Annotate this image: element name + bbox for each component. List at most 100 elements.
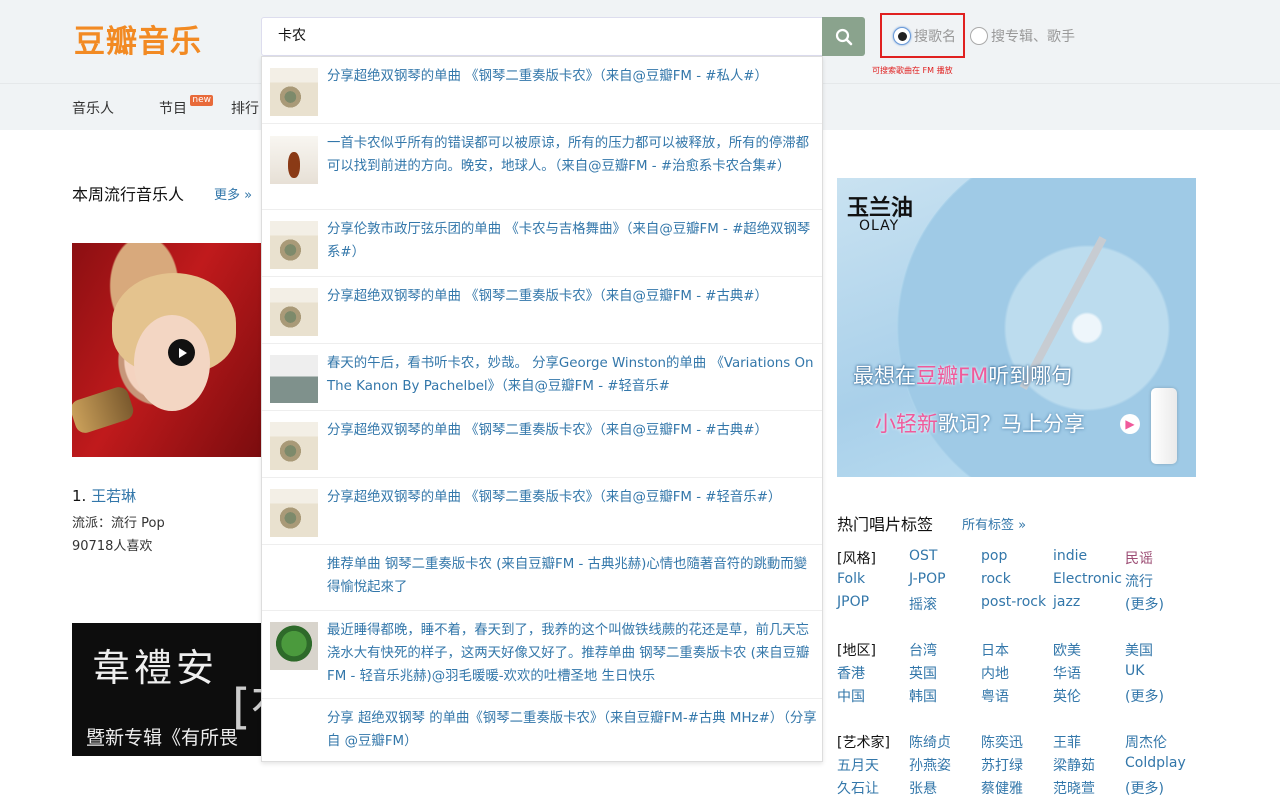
suggestion-text: 分享超绝双钢琴的单曲 《钢琴二重奏版卡农》（来自@豆瓣FM - #古典#） (327, 289, 768, 304)
tag-link[interactable]: pop (981, 548, 1007, 564)
tag-link[interactable]: 美国 (1125, 640, 1153, 660)
nav-item-programs[interactable]: 节目 new (159, 95, 213, 118)
suggestion-item[interactable]: 分享超绝双钢琴的单曲 《钢琴二重奏版卡农》（来自@豆瓣FM - #古典#） (262, 277, 822, 344)
tag-link[interactable]: 中国 (837, 686, 865, 706)
product-bottle-shape (1151, 388, 1177, 464)
artist-likes: 90718人喜欢 (72, 539, 153, 554)
radio-selected-icon (893, 27, 911, 45)
radio-search-album[interactable]: 搜专辑、歌手 (970, 26, 1075, 46)
tag-link[interactable]: (更多) (1125, 778, 1164, 798)
tag-link[interactable]: (更多) (1125, 686, 1164, 706)
tag-link[interactable]: rock (981, 571, 1011, 587)
suggestion-item[interactable]: 分享伦敦市政厅弦乐团的单曲 《卡农与吉格舞曲》（来自@豆瓣FM - #超绝双钢琴… (262, 210, 822, 277)
artist-banner[interactable]: 韋禮安 [有 暨新专辑《有所畏 (72, 623, 262, 756)
tag-link[interactable]: 英伦 (1053, 686, 1081, 706)
all-tags-link[interactable]: 所有标签 » (962, 514, 1026, 533)
tag-link[interactable]: 周杰伦 (1125, 732, 1167, 752)
suggestion-text: 分享 超绝双钢琴 的单曲《钢琴二重奏版卡农》（来自豆瓣FM-#古典 MHz#）（… (327, 711, 817, 749)
ad-headline-post: 听到哪句 (988, 364, 1073, 388)
suggestion-thumbnail (270, 355, 318, 403)
tag-link[interactable]: post-rock (981, 594, 1046, 610)
tag-link[interactable]: 张悬 (909, 778, 937, 798)
tag-link[interactable]: 欧美 (1053, 640, 1081, 660)
suggestion-text: 分享超绝双钢琴的单曲 《钢琴二重奏版卡农》（来自@豆瓣FM - #轻音乐#） (327, 490, 782, 505)
tag-link[interactable]: 华语 (1053, 663, 1081, 683)
douban-music-logo[interactable]: 豆瓣音乐 (74, 16, 202, 61)
tag-link[interactable]: 蔡健雅 (981, 778, 1023, 798)
search-icon (835, 28, 852, 45)
ad-subline-pink: 小轻新 (875, 412, 938, 436)
suggestion-thumbnail (270, 68, 318, 116)
suggestion-item[interactable]: 推荐单曲 钢琴二重奏版卡农 (来自豆瓣FM - 古典兆赫)心情也隨著音符的跳動而… (262, 545, 822, 611)
artist-rank: 1. (72, 487, 87, 505)
play-button[interactable] (168, 339, 195, 366)
tag-link[interactable]: UK (1125, 663, 1144, 679)
trumpet-shape (72, 384, 136, 436)
nav-item-charts[interactable]: 排行 (231, 98, 259, 118)
tag-link[interactable]: 日本 (981, 640, 1009, 660)
suggestion-item[interactable]: 分享超绝双钢琴的单曲 《钢琴二重奏版卡农》（来自@豆瓣FM - #私人#） (262, 57, 822, 124)
artist-photo[interactable] (72, 243, 262, 457)
tag-link[interactable]: OST (909, 548, 937, 564)
suggestion-item[interactable]: 分享 超绝双钢琴 的单曲《钢琴二重奏版卡农》（来自豆瓣FM-#古典 MHz#）（… (262, 699, 822, 761)
tag-link[interactable]: 香港 (837, 663, 865, 683)
radio-search-album-label: 搜专辑、歌手 (991, 29, 1075, 45)
suggestion-item[interactable]: 春天的午后，看书听卡农，妙哉。 分享George Winston的单曲 《Var… (262, 344, 822, 411)
suggestion-thumbnail (270, 422, 318, 470)
new-badge: new (190, 95, 213, 106)
ad-subline: 小轻新歌词？马上分享 (875, 408, 1085, 438)
tag-link[interactable]: 陈奕迅 (981, 732, 1023, 752)
tag-link[interactable]: 久石让 (837, 778, 879, 798)
section-title-popular-artists: 本周流行音乐人 (72, 185, 185, 204)
suggestion-item[interactable]: 一首卡农似乎所有的错误都可以被原谅，所有的压力都可以被释放，所有的停滞都可以找到… (262, 124, 822, 210)
more-artists-link[interactable]: 更多 » (214, 184, 252, 203)
ad-headline-pre: 最想在 (853, 364, 916, 388)
tag-link[interactable]: 梁静茹 (1053, 755, 1095, 775)
nav-item-programs-label: 节目 (159, 101, 187, 117)
suggestion-text: 最近睡得都晚，睡不着，春天到了，我养的这个叫做铁线蕨的花还是草，前几天忘浇水大有… (327, 623, 810, 684)
suggestion-text: 分享超绝双钢琴的单曲 《钢琴二重奏版卡农》（来自@豆瓣FM - #私人#） (327, 69, 768, 84)
tag-link[interactable]: 流行 (1125, 571, 1153, 591)
tag-link[interactable]: (更多) (1125, 594, 1164, 614)
tag-link[interactable]: jazz (1053, 594, 1080, 610)
tag-link[interactable]: 范晓萱 (1053, 778, 1095, 798)
tag-link[interactable]: 王菲 (1053, 732, 1081, 752)
tag-link[interactable]: Folk (837, 571, 865, 587)
tag-link[interactable]: 台湾 (909, 640, 937, 660)
tag-link[interactable]: JPOP (837, 594, 869, 610)
suggestion-thumbnail (270, 622, 318, 670)
olay-ad-banner[interactable]: 玉兰油 OLAY 最想在豆瓣FM听到哪句 小轻新歌词？马上分享 ▶ (837, 178, 1196, 477)
tag-link[interactable]: 民谣 (1125, 548, 1153, 568)
suggestion-item[interactable]: 分享超绝双钢琴的单曲 《钢琴二重奏版卡农》（来自@豆瓣FM - #古典#） (262, 411, 822, 478)
tag-link[interactable]: 内地 (981, 663, 1009, 683)
tag-link[interactable]: 韩国 (909, 686, 937, 706)
tag-link[interactable]: J-POP (909, 571, 946, 587)
tag-link[interactable]: 陈绮贞 (909, 732, 951, 752)
ad-arrow-icon: ▶ (1120, 414, 1140, 434)
tag-link[interactable]: 孙燕姿 (909, 755, 951, 775)
fm-hint: 可搜索歌曲在 FM 播放 (872, 66, 953, 75)
search-suggestions-dropdown: 分享超绝双钢琴的单曲 《钢琴二重奏版卡农》（来自@豆瓣FM - #私人#） 一首卡… (261, 56, 823, 762)
tag-link[interactable]: 五月天 (837, 755, 879, 775)
suggestion-thumbnail (270, 288, 318, 336)
artist-name-link[interactable]: 王若琳 (91, 487, 136, 505)
tag-link[interactable]: 苏打绿 (981, 755, 1023, 775)
search-button[interactable] (822, 17, 865, 56)
tag-link[interactable]: 英国 (909, 663, 937, 683)
radio-search-song[interactable]: 搜歌名 (893, 26, 956, 46)
tag-link[interactable]: Coldplay (1125, 755, 1186, 771)
suggestion-item[interactable]: 分享超绝双钢琴的单曲 《钢琴二重奏版卡农》（来自@豆瓣FM - #轻音乐#） (262, 478, 822, 545)
tag-group-label: [风格] (837, 551, 876, 567)
tag-link[interactable]: Electronic (1053, 571, 1122, 587)
nav-item-musicians[interactable]: 音乐人 (72, 98, 114, 118)
tag-group-label: [地区] (837, 643, 876, 659)
ad-headline: 最想在豆瓣FM听到哪句 (853, 360, 1072, 390)
suggestion-item[interactable]: 最近睡得都晚，睡不着，春天到了，我养的这个叫做铁线蕨的花还是草，前几天忘浇水大有… (262, 611, 822, 699)
radio-unselected-icon (970, 27, 988, 45)
suggestion-text: 一首卡农似乎所有的错误都可以被原谅，所有的压力都可以被释放，所有的停滞都可以找到… (327, 136, 810, 174)
tag-link[interactable]: 粤语 (981, 686, 1009, 706)
play-icon (178, 347, 187, 358)
tag-link[interactable]: indie (1053, 548, 1087, 564)
tag-link[interactable]: 摇滚 (909, 594, 937, 614)
search-input[interactable]: 卡农 (261, 17, 823, 56)
